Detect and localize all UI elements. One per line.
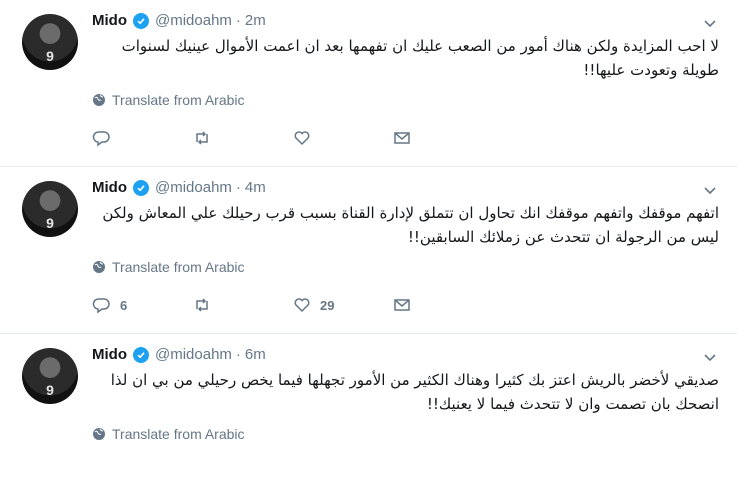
reply-icon — [92, 298, 110, 314]
separator-dot: · — [235, 12, 241, 29]
avatar[interactable]: 9 — [22, 181, 78, 237]
retweet-icon — [196, 131, 208, 145]
translate-label[interactable]: Translate from Arabic — [112, 259, 245, 275]
reply-icon — [92, 131, 110, 147]
tweet-timestamp[interactable]: 6m — [245, 346, 266, 363]
avatar-jersey-number: 9 — [46, 382, 54, 398]
chevron-down-icon[interactable] — [701, 181, 719, 199]
tweet-header: Mido @midoahm · 2m — [92, 12, 266, 29]
user-name[interactable]: Mido — [92, 179, 127, 196]
heart-icon — [294, 131, 310, 146]
avatar-jersey-number: 9 — [46, 48, 54, 64]
translate-label[interactable]: Translate from Arabic — [112, 92, 245, 108]
globe-icon — [93, 94, 105, 106]
heart-icon — [294, 298, 310, 313]
user-handle[interactable]: @midoahm — [155, 12, 232, 29]
separator-dot: · — [235, 179, 241, 196]
translate-link[interactable]: Translate from Arabic — [92, 259, 245, 275]
globe-icon — [93, 261, 105, 273]
tweet-timestamp[interactable]: 4m — [245, 179, 266, 196]
verified-badge-icon — [133, 12, 149, 29]
separator-dot: · — [235, 346, 241, 363]
avatar-jersey-number: 9 — [46, 215, 54, 231]
reply-button[interactable] — [92, 128, 192, 148]
user-name[interactable]: Mido — [92, 12, 127, 29]
avatar[interactable]: 9 — [22, 14, 78, 70]
chevron-down-icon[interactable] — [701, 14, 719, 32]
retweet-button[interactable] — [192, 295, 292, 315]
tweet-timestamp[interactable]: 2m — [245, 12, 266, 29]
tweet-text: لا احب المزايدة ولكن هناك أمور من الصعب … — [121, 37, 719, 79]
like-count: 29 — [320, 297, 335, 313]
direct-message-button[interactable] — [392, 128, 492, 148]
chevron-down-icon[interactable] — [701, 348, 719, 366]
tweet[interactable]: 9 Mido @midoahm · 6m صديقي لأخضر بالريش … — [0, 334, 737, 501]
reply-button[interactable]: 6 — [92, 295, 192, 315]
tweet-actions: 6 29 — [92, 295, 492, 315]
timeline: 9 Mido @midoahm · 2m لا احب المزايدة ولك… — [0, 0, 737, 501]
globe-icon — [93, 428, 105, 440]
user-handle[interactable]: @midoahm — [155, 179, 232, 196]
tweet-text: صديقي لأخضر بالريش اعتز بك كثيرا وهناك ا… — [110, 371, 719, 413]
user-handle[interactable]: @midoahm — [155, 346, 232, 363]
like-button[interactable] — [292, 128, 392, 148]
tweet[interactable]: 9 Mido @midoahm · 4m اتفهم موقفك واتفهم … — [0, 167, 737, 334]
reply-count: 6 — [120, 297, 128, 313]
tweet[interactable]: 9 Mido @midoahm · 2m لا احب المزايدة ولك… — [0, 0, 737, 167]
tweet-actions — [92, 128, 492, 148]
translate-label[interactable]: Translate from Arabic — [112, 426, 245, 442]
envelope-icon — [394, 299, 410, 311]
retweet-icon — [196, 298, 208, 312]
like-button[interactable]: 29 — [292, 295, 392, 315]
tweet-text: اتفهم موقفك واتفهم موقفك انك تحاول ان تت… — [102, 204, 719, 246]
translate-link[interactable]: Translate from Arabic — [92, 426, 245, 442]
verified-badge-icon — [133, 179, 149, 196]
direct-message-button[interactable] — [392, 295, 492, 315]
tweet-header: Mido @midoahm · 6m — [92, 346, 266, 363]
retweet-button[interactable] — [192, 128, 292, 148]
user-name[interactable]: Mido — [92, 346, 127, 363]
envelope-icon — [394, 132, 410, 144]
avatar[interactable]: 9 — [22, 348, 78, 404]
tweet-header: Mido @midoahm · 4m — [92, 179, 266, 196]
translate-link[interactable]: Translate from Arabic — [92, 92, 245, 108]
verified-badge-icon — [133, 346, 149, 363]
